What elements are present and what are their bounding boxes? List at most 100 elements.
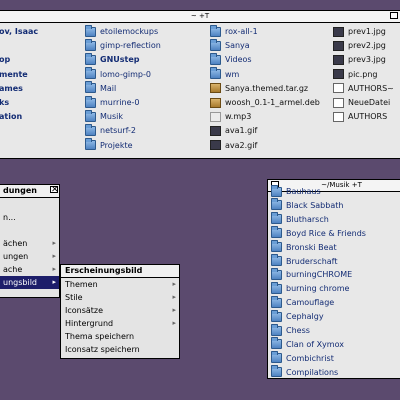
folder-icon: [271, 323, 282, 336]
file-item[interactable]: ation: [0, 110, 22, 123]
folder-item[interactable]: Cephalgy: [271, 309, 324, 323]
folder-item[interactable]: Camouflage: [271, 295, 335, 309]
folder-icon: [85, 123, 96, 136]
file-label: ames: [0, 83, 23, 93]
folder-item[interactable]: Combichrist: [271, 351, 334, 365]
file-item[interactable]: NeueDatei: [333, 96, 390, 109]
image-icon: [210, 140, 221, 151]
file-label: prev3.jpg: [348, 55, 386, 65]
file-label: AUTHORS~: [348, 83, 394, 93]
file-item[interactable]: Mail: [85, 81, 117, 95]
submenu-arrow-icon: ▸: [172, 280, 176, 288]
menu-item[interactable]: Themen ▸: [61, 278, 179, 291]
file-item[interactable]: op: [0, 53, 10, 66]
archive-icon: [210, 83, 221, 94]
folder-item[interactable]: Bruderschaft: [271, 254, 338, 268]
folder-item[interactable]: Compilations: [271, 365, 339, 378]
file-item[interactable]: ks: [0, 96, 9, 109]
file-label: NeueDatei: [348, 98, 391, 107]
file-item[interactable]: pic.png: [333, 68, 377, 81]
menu-item[interactable]: [0, 224, 59, 237]
file-item[interactable]: Videos: [210, 52, 252, 66]
folder-item[interactable]: Blutharsch: [271, 212, 329, 226]
menu-item[interactable]: ache ▸: [0, 263, 59, 276]
music-filer-window: ~/Musik +T Bauhaus Black Sabbath Blutharsc…: [267, 179, 400, 379]
file-label: mente: [0, 69, 28, 79]
home-filer-window: ~ +T ov, Isaac op mente ames ks ation etoilemo…: [0, 10, 400, 159]
file-label: netsurf-2: [100, 126, 137, 136]
folder-icon: [210, 67, 221, 80]
menu-item[interactable]: ungen ▸: [0, 250, 59, 263]
folder-icon: [271, 309, 282, 322]
file-item[interactable]: ames: [0, 82, 23, 95]
menu-title: dungen ✕: [0, 185, 59, 198]
menu-item-label: ache: [3, 265, 23, 274]
window-titlebar[interactable]: ~ +T: [0, 11, 400, 23]
folder-icon: [271, 281, 282, 294]
close-icon[interactable]: ✕: [50, 186, 59, 195]
file-item[interactable]: prev3.jpg: [333, 53, 386, 66]
folder-item[interactable]: Black Sabbath: [271, 198, 344, 212]
file-label: Sanya.themed.tar.gz: [225, 83, 309, 93]
file-item[interactable]: ava1.gif: [210, 124, 257, 137]
file-item[interactable]: Projekte: [85, 138, 133, 152]
file-item[interactable]: GNUstep: [85, 52, 140, 66]
file-item[interactable]: woosh_0.1-1_armel.deb: [210, 96, 320, 109]
file-item[interactable]: lomo-gimp-0: [85, 67, 151, 81]
menu-item[interactable]: Thema speichern: [61, 330, 179, 343]
iconify-button[interactable]: [390, 12, 398, 19]
folder-icon: [271, 254, 282, 266]
folder-label: burning chrome: [286, 284, 350, 294]
menu-item[interactable]: ungsbild ▸: [0, 276, 59, 289]
menu-item[interactable]: Hintergrund ▸: [61, 317, 179, 330]
folder-item[interactable]: Bauhaus: [271, 184, 321, 198]
folder-item[interactable]: Boyd Rice & Friends: [271, 226, 366, 240]
document-icon: [333, 111, 344, 122]
menu-item-label: Thema speichern: [65, 332, 135, 341]
menu-item[interactable]: Iconsätze ▸: [61, 304, 179, 317]
file-label: Mail: [100, 83, 117, 93]
folder-item[interactable]: burningCHROME: [271, 267, 352, 281]
file-item[interactable]: rox-all-1: [210, 24, 258, 38]
menu-item[interactable]: ächen ▸: [0, 237, 59, 250]
menu-item[interactable]: n...: [0, 211, 59, 224]
file-label: Videos: [225, 55, 252, 65]
file-item[interactable]: etoilemockups: [85, 24, 158, 38]
file-item[interactable]: Sanya: [210, 38, 250, 52]
folder-item[interactable]: Chess: [271, 323, 310, 337]
folder-item[interactable]: Bronski Beat: [271, 240, 337, 254]
file-item[interactable]: mente: [0, 68, 28, 81]
file-item[interactable]: ava2.gif: [210, 139, 257, 152]
file-item[interactable]: netsurf-2: [85, 123, 137, 137]
file-item[interactable]: gimp-reflection: [85, 38, 161, 52]
file-label: Sanya: [225, 41, 250, 51]
folder-label: Blutharsch: [286, 214, 329, 224]
file-label: ava2.gif: [225, 140, 258, 150]
file-item[interactable]: AUTHORS: [333, 110, 387, 123]
menu-item-label: Stile: [65, 293, 83, 302]
document-icon: [333, 97, 344, 108]
menu-item[interactable]: Stile ▸: [61, 291, 179, 304]
file-item[interactable]: prev1.jpg: [333, 25, 386, 38]
file-label: rox-all-1: [225, 27, 258, 36]
folder-label: Bronski Beat: [286, 242, 337, 252]
file-item[interactable]: prev2.jpg: [333, 39, 386, 52]
file-item[interactable]: w.mp3: [210, 110, 251, 123]
folder-label: Camouflage: [286, 298, 335, 308]
file-item[interactable]: AUTHORS~: [333, 82, 394, 95]
file-item[interactable]: Musik: [85, 109, 123, 123]
folder-icon: [271, 337, 282, 350]
folder-label: Black Sabbath: [286, 200, 344, 210]
folder-label: Compilations: [286, 367, 339, 377]
file-item[interactable]: wm: [210, 67, 239, 81]
file-item[interactable]: ov, Isaac: [0, 25, 38, 38]
menu-item[interactable]: Iconsatz speichern: [61, 343, 179, 356]
file-item[interactable]: murrine-0: [85, 95, 140, 109]
menu-item[interactable]: [0, 198, 59, 211]
menu-item-label: Iconsätze: [65, 306, 104, 315]
file-item[interactable]: Sanya.themed.tar.gz: [210, 82, 308, 95]
folder-item[interactable]: burning chrome: [271, 281, 350, 295]
folder-icon: [271, 351, 282, 364]
folder-item[interactable]: Clan of Xymox: [271, 337, 344, 351]
folder-icon: [85, 24, 96, 37]
